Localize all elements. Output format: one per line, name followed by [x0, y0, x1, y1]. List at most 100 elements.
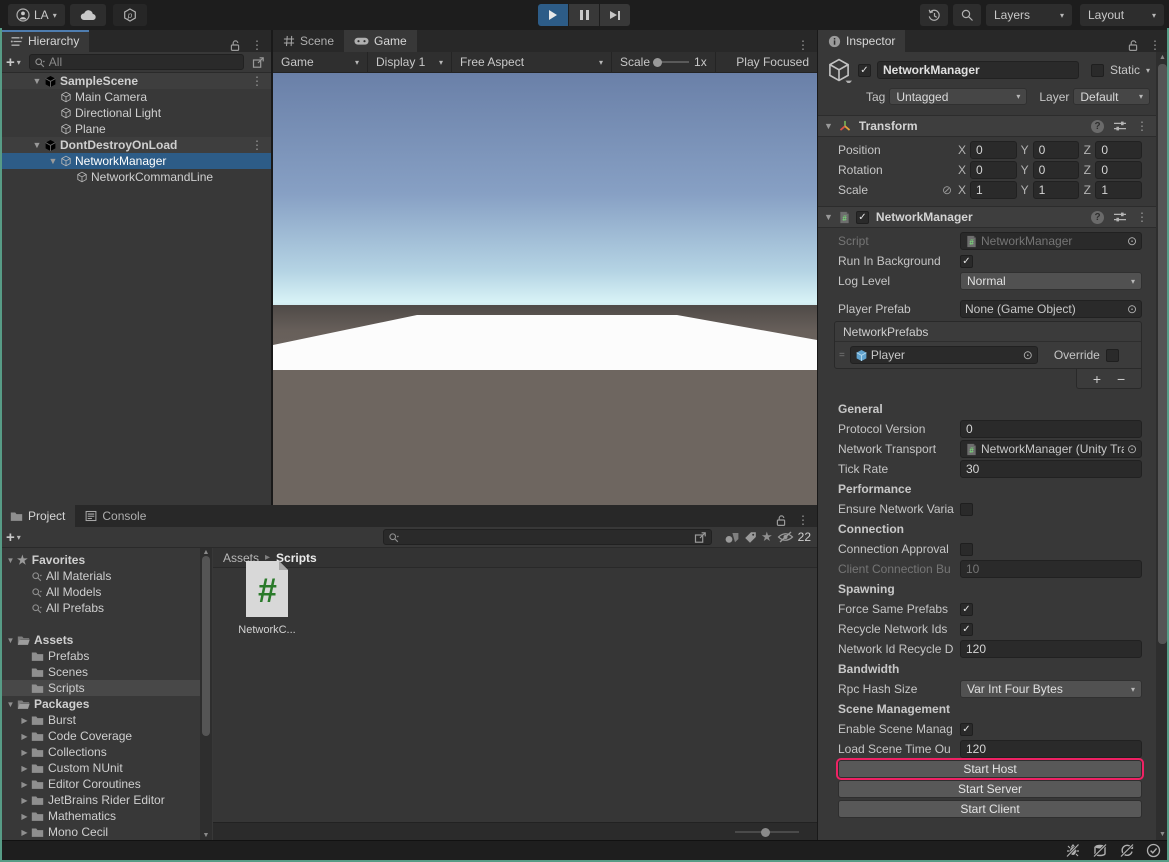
player-prefab-object-field[interactable]: None (Game Object)⊙	[960, 300, 1142, 318]
project-tree-item-custom-nunit[interactable]: ▶Custom NUnit	[0, 760, 200, 776]
add-prefab-button[interactable]: +	[1093, 371, 1101, 387]
constrain-proportions-icon[interactable]: ⊘	[938, 183, 956, 197]
auto-refresh-disabled-icon[interactable]	[1119, 843, 1135, 858]
play-focused-dropdown[interactable]: Play Focused	[728, 52, 817, 73]
object-picker-icon[interactable]: ⊙	[1127, 442, 1137, 456]
hierarchy-item-networkmanager[interactable]: ▼NetworkManager	[0, 153, 271, 169]
foldout-expanded-icon[interactable]: ▼	[30, 140, 44, 150]
component-menu-icon[interactable]: ⋮	[1136, 119, 1148, 133]
foldout-expanded-icon[interactable]: ▼	[4, 556, 17, 565]
foldout-expanded-icon[interactable]: ▼	[46, 156, 60, 166]
object-picker-icon[interactable]: ⊙	[1127, 302, 1137, 316]
foldout-collapsed-icon[interactable]: ▶	[18, 732, 31, 741]
pause-button[interactable]	[569, 4, 599, 26]
override-checkbox[interactable]	[1106, 349, 1119, 362]
tab-inspector[interactable]: Inspector	[818, 30, 905, 52]
project-tree-item-scripts[interactable]: Scripts	[0, 680, 200, 696]
hierarchy-item-plane[interactable]: Plane	[0, 121, 271, 137]
debugger-disabled-icon[interactable]	[1065, 843, 1081, 858]
scene-menu-icon[interactable]: ⋮	[251, 74, 263, 88]
project-tree-item-editor-coroutines[interactable]: ▶Editor Coroutines	[0, 776, 200, 792]
tick-rate-field[interactable]: 30	[960, 460, 1142, 478]
network-prefabs-title[interactable]: NetworkPrefabs	[835, 322, 1141, 342]
tag-dropdown[interactable]: Untagged▾	[889, 88, 1027, 105]
position-z-field[interactable]: 0	[1095, 141, 1142, 159]
scale-slider[interactable]	[655, 61, 689, 63]
undo-history-button[interactable]	[920, 4, 948, 26]
project-tree-item-code-coverage[interactable]: ▶Code Coverage	[0, 728, 200, 744]
cache-server-disabled-icon[interactable]	[1092, 843, 1108, 858]
position-y-field[interactable]: 0	[1033, 141, 1080, 159]
scale-x-field[interactable]: 1	[970, 181, 1017, 199]
background-tasks-ok-icon[interactable]	[1146, 843, 1161, 858]
project-tree-item-burst[interactable]: ▶Burst	[0, 712, 200, 728]
gameobject-icon[interactable]	[826, 57, 852, 83]
tab-game[interactable]: Game	[344, 30, 417, 52]
display-mode-dropdown[interactable]: Game▾	[273, 52, 368, 73]
scroll-down-icon[interactable]: ▼	[200, 832, 212, 839]
rotation-x-field[interactable]: 0	[970, 161, 1017, 179]
favorites-star-icon[interactable]: ★	[761, 529, 773, 545]
aspect-ratio-dropdown[interactable]: Free Aspect▾	[452, 52, 612, 73]
panel-menu-icon[interactable]: ⋮	[797, 38, 809, 52]
networkmanager-component-header[interactable]: ▼ # ✓ NetworkManager ? ⋮	[818, 206, 1156, 228]
foldout-collapsed-icon[interactable]: ▶	[18, 796, 31, 805]
object-picker-icon[interactable]: ⊙	[1127, 234, 1137, 248]
lock-icon[interactable]	[229, 39, 241, 52]
project-tree-item-assets[interactable]: ▼Assets	[0, 632, 200, 648]
force-same-prefabs-checkbox[interactable]: ✓	[960, 603, 973, 616]
project-tree-item-all-materials[interactable]: All Materials	[0, 568, 200, 584]
connection-approval-checkbox[interactable]	[960, 543, 973, 556]
scale-y-field[interactable]: 1	[1033, 181, 1080, 199]
hierarchy-item-dontdestroyonload[interactable]: ▼DontDestroyOnLoad⋮	[0, 137, 271, 153]
chevron-down-icon[interactable]: ▾	[17, 533, 21, 542]
search-by-type-icon[interactable]	[724, 531, 740, 544]
project-tree-item-all-models[interactable]: All Models	[0, 584, 200, 600]
foldout-collapsed-icon[interactable]: ▶	[18, 812, 31, 821]
hierarchy-item-networkcommandline[interactable]: NetworkCommandLine	[0, 169, 271, 185]
display-target-dropdown[interactable]: Display 1▾	[368, 52, 452, 73]
scale-z-field[interactable]: 1	[1095, 181, 1142, 199]
protocol-version-field[interactable]: 0	[960, 420, 1142, 438]
search-by-label-icon[interactable]	[744, 531, 757, 544]
hierarchy-item-main-camera[interactable]: Main Camera	[0, 89, 271, 105]
tab-console[interactable]: Console	[75, 505, 156, 527]
drag-handle-icon[interactable]: =	[839, 350, 844, 361]
ensure-network-variable-length-safety-checkbox[interactable]	[960, 503, 973, 516]
foldout-collapsed-icon[interactable]: ▶	[18, 764, 31, 773]
project-tree-item-jetbrains-rider-editor[interactable]: ▶JetBrains Rider Editor	[0, 792, 200, 808]
scroll-up-icon[interactable]: ▲	[200, 549, 212, 556]
run-in-background-checkbox[interactable]: ✓	[960, 255, 973, 268]
remove-prefab-button[interactable]: −	[1117, 371, 1125, 387]
project-tree-item-collections[interactable]: ▶Collections	[0, 744, 200, 760]
hierarchy-item-directional-light[interactable]: Directional Light	[0, 105, 271, 121]
layers-dropdown[interactable]: Layers ▾	[986, 4, 1072, 26]
thumbnail-zoom-slider[interactable]	[735, 831, 799, 833]
step-button[interactable]	[600, 4, 630, 26]
network-id-recycle-delay-field[interactable]: 120	[960, 640, 1142, 658]
start-host-button[interactable]: Start Host	[838, 760, 1142, 778]
hidden-count-icon[interactable]	[777, 531, 794, 543]
foldout-icon[interactable]: ▼	[824, 121, 833, 131]
foldout-expanded-icon[interactable]: ▼	[30, 76, 44, 86]
rotation-z-field[interactable]: 0	[1095, 161, 1142, 179]
project-tree-scrollbar[interactable]: ▲ ▼	[200, 548, 212, 840]
foldout-collapsed-icon[interactable]: ▶	[18, 748, 31, 757]
project-tree-item-all-prefabs[interactable]: All Prefabs	[0, 600, 200, 616]
project-tree-item-favorites[interactable]: ▼★Favorites	[0, 552, 200, 568]
foldout-expanded-icon[interactable]: ▼	[4, 636, 17, 645]
hierarchy-search-input[interactable]: All	[29, 54, 244, 70]
panel-menu-icon[interactable]: ⋮	[797, 513, 809, 527]
account-button[interactable]: LA ▾	[8, 4, 65, 26]
foldout-collapsed-icon[interactable]: ▶	[18, 780, 31, 789]
project-tree-item-scenes[interactable]: Scenes	[0, 664, 200, 680]
play-button[interactable]	[538, 4, 568, 26]
position-x-field[interactable]: 0	[970, 141, 1017, 159]
start-server-button[interactable]: Start Server	[838, 780, 1142, 798]
lock-icon[interactable]	[775, 514, 787, 527]
transform-component-header[interactable]: ▼ Transform ? ⋮	[818, 115, 1156, 137]
create-button[interactable]: +	[6, 529, 15, 546]
version-control-button[interactable]: p	[113, 4, 147, 26]
panel-menu-icon[interactable]: ⋮	[1149, 38, 1161, 52]
foldout-collapsed-icon[interactable]: ▶	[18, 716, 31, 725]
